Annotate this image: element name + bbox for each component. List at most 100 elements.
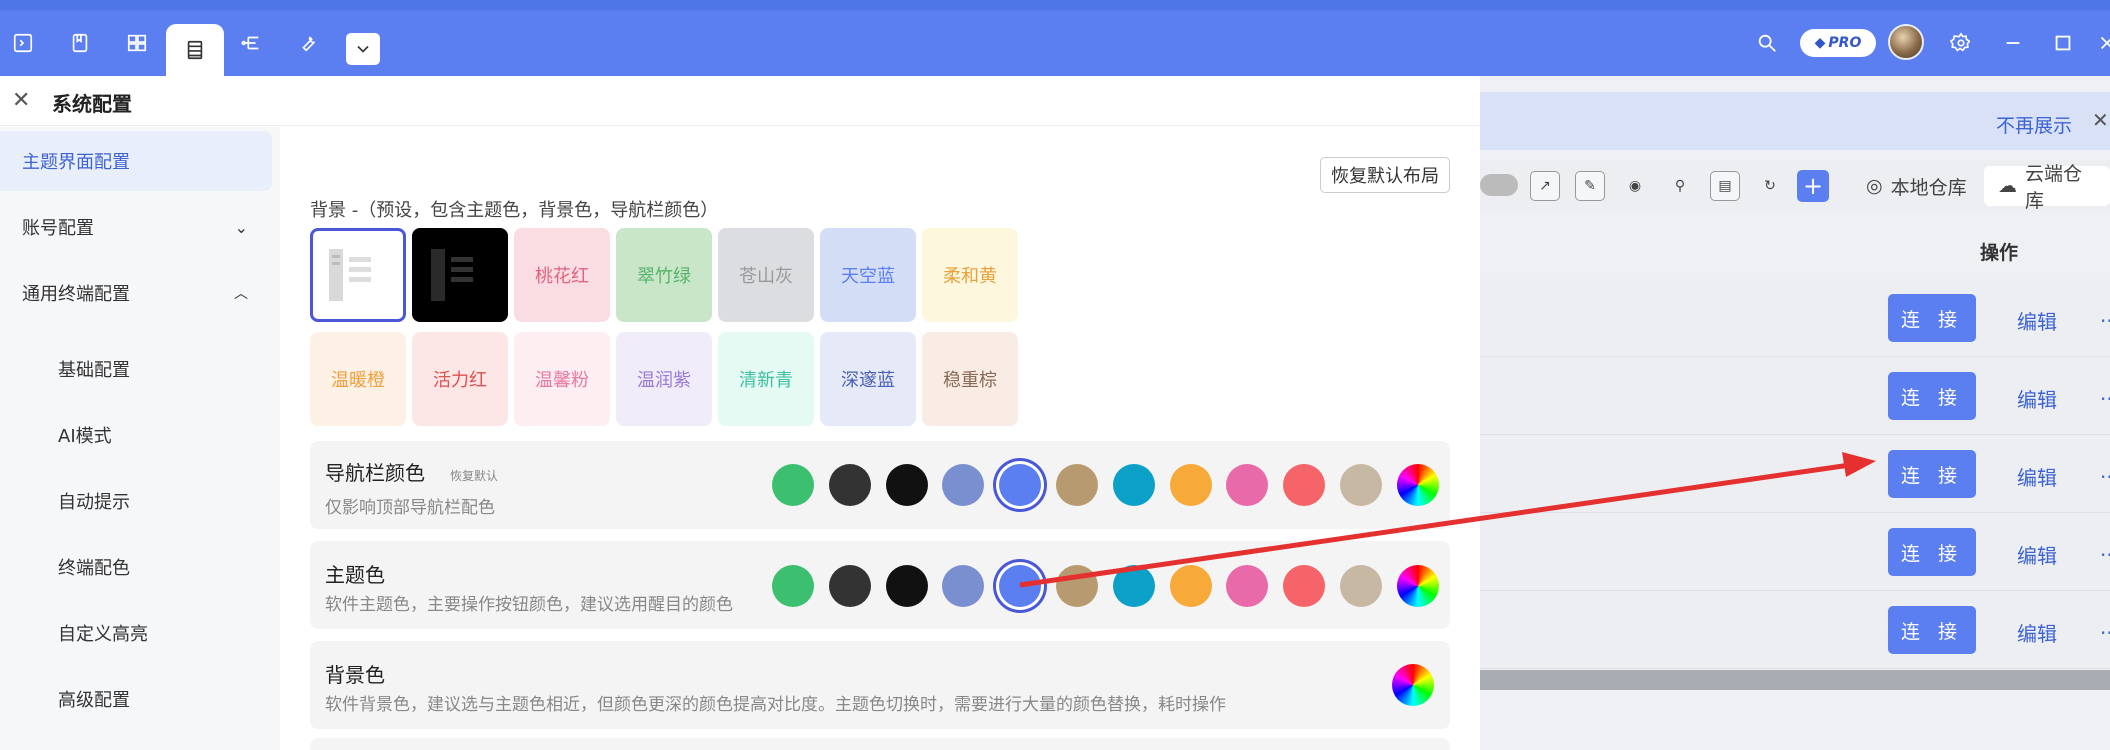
preset-deep-blue[interactable]: 深邃蓝 <box>820 332 916 426</box>
chevron-down-icon: ⌄ <box>234 217 248 237</box>
connect-button[interactable]: 连 接 <box>1888 372 1976 420</box>
edit-box-icon[interactable]: ✎ <box>1575 171 1605 201</box>
restore-default-layout-button[interactable]: 恢复默认布局 <box>1320 157 1450 193</box>
preset-peach-red[interactable]: 桃花红 <box>514 228 610 322</box>
nav-color-swatch[interactable] <box>942 464 984 506</box>
maximize-icon[interactable] <box>2046 26 2080 60</box>
preset-vibrant-red[interactable]: 活力红 <box>412 332 508 426</box>
table-row <box>1480 513 2110 591</box>
sidebar-item-account[interactable]: 账号配置 ⌄ <box>0 197 272 257</box>
close-window-icon[interactable] <box>2090 26 2110 60</box>
nav-color-swatch[interactable] <box>1056 464 1098 506</box>
file-icon[interactable] <box>63 26 97 60</box>
export-icon[interactable]: ↗ <box>1530 171 1560 201</box>
sidebar-subitem-autohint[interactable]: 自动提示 <box>58 488 130 514</box>
preset-sky-blue[interactable]: 天空蓝 <box>820 228 916 322</box>
sidebar-subitem-custom-highlight[interactable]: 自定义高亮 <box>58 620 148 646</box>
edit-link[interactable]: 编辑 <box>2017 540 2057 569</box>
search-icon[interactable] <box>1750 26 1784 60</box>
theme-color-swatch[interactable] <box>1226 565 1268 607</box>
edit-link[interactable]: 编辑 <box>2017 462 2057 491</box>
sidebar-subitem-advanced[interactable]: 高级配置 <box>58 686 130 712</box>
wrench-icon[interactable] <box>291 26 325 60</box>
preset-bamboo-green[interactable]: 翠竹绿 <box>616 228 712 322</box>
theme-color-swatch[interactable] <box>942 565 984 607</box>
theme-color-custom-picker[interactable] <box>1397 565 1439 607</box>
eye-icon[interactable]: ◉ <box>1620 171 1650 201</box>
table-row <box>1480 435 2110 513</box>
preset-gentle-purple[interactable]: 温润紫 <box>616 332 712 426</box>
dismiss-banner-link[interactable]: 不再展示 <box>1996 111 2072 138</box>
gear-icon[interactable] <box>1944 26 1978 60</box>
bg-color-title: 背景色 <box>325 663 385 687</box>
nav-color-swatch[interactable] <box>1340 464 1382 506</box>
local-repo-tab[interactable]: ◎ 本地仓库 <box>1852 166 1981 206</box>
edit-link[interactable]: 编辑 <box>2017 618 2057 647</box>
preset-steady-brown[interactable]: 稳重棕 <box>922 332 1018 426</box>
nav-color-swatch[interactable] <box>829 464 871 506</box>
nav-color-swatch[interactable] <box>886 464 928 506</box>
sidebar-item-theme[interactable]: 主题界面配置 <box>0 131 272 191</box>
nav-color-swatch[interactable] <box>999 464 1041 506</box>
theme-color-swatch[interactable] <box>1113 565 1155 607</box>
theme-color-swatch[interactable] <box>1056 565 1098 607</box>
nav-color-restore-link[interactable]: 恢复默认 <box>450 467 498 484</box>
key-icon[interactable]: ⚲ <box>1665 171 1695 201</box>
more-link[interactable]: ... <box>2100 537 2110 561</box>
preset-warm-orange[interactable]: 温暖橙 <box>310 332 406 426</box>
terminal-icon[interactable] <box>6 26 40 60</box>
preset-mountain-gray[interactable]: 苍山灰 <box>718 228 814 322</box>
theme-color-swatch[interactable] <box>886 565 928 607</box>
avatar[interactable] <box>1888 24 1924 60</box>
preset-fresh-cyan[interactable]: 清新青 <box>718 332 814 426</box>
minimize-icon[interactable] <box>1996 26 2030 60</box>
id-card-icon[interactable]: ▤ <box>1710 171 1740 201</box>
toggle-switch[interactable] <box>1480 174 1518 196</box>
connect-button[interactable]: 连 接 <box>1888 450 1976 498</box>
pro-badge[interactable]: ◆ PRO <box>1800 29 1876 57</box>
theme-color-swatch[interactable] <box>999 565 1041 607</box>
theme-color-swatch[interactable] <box>772 565 814 607</box>
theme-color-swatch[interactable] <box>1340 565 1382 607</box>
nav-color-swatch[interactable] <box>1170 464 1212 506</box>
horizontal-scrollbar[interactable] <box>1480 670 2110 690</box>
nav-color-custom-picker[interactable] <box>1397 464 1439 506</box>
more-link[interactable]: ... <box>2100 381 2110 405</box>
refresh-icon[interactable]: ↻ <box>1755 171 1785 201</box>
tab-list-active[interactable] <box>166 24 224 76</box>
preset-light[interactable] <box>310 228 406 322</box>
connect-button[interactable]: 连 接 <box>1888 606 1976 654</box>
nav-color-swatch[interactable] <box>1113 464 1155 506</box>
theme-color-swatch[interactable] <box>829 565 871 607</box>
theme-color-swatch[interactable] <box>1283 565 1325 607</box>
sidebar-subitem-ai[interactable]: AI模式 <box>58 422 112 448</box>
nav-color-swatch[interactable] <box>772 464 814 506</box>
tree-icon[interactable] <box>234 26 268 60</box>
theme-color-swatch[interactable] <box>1170 565 1212 607</box>
bg-color-picker[interactable] <box>1392 664 1434 706</box>
sidebar-subitem-terminal-colors[interactable]: 终端配色 <box>58 554 130 580</box>
chevron-down-icon[interactable] <box>346 33 380 65</box>
sidebar-subitem-basic[interactable]: 基础配置 <box>58 356 130 382</box>
preset-sweet-pink[interactable]: 温馨粉 <box>514 332 610 426</box>
sidebar-item-terminal[interactable]: 通用终端配置 ︿ <box>0 263 272 323</box>
add-button[interactable]: + <box>1797 170 1829 202</box>
connect-button[interactable]: 连 接 <box>1888 528 1976 576</box>
close-icon[interactable]: ✕ <box>12 88 30 113</box>
more-link[interactable]: ... <box>2100 615 2110 639</box>
edit-link[interactable]: 编辑 <box>2017 306 2057 335</box>
bg-color-subtitle: 软件背景色，建议选与主题色相近，但颜色更深的颜色提高对比度。主题色切换时，需要进… <box>325 695 1226 715</box>
nav-color-swatch[interactable] <box>1283 464 1325 506</box>
nav-color-swatch[interactable] <box>1226 464 1268 506</box>
edit-link[interactable]: 编辑 <box>2017 384 2057 413</box>
more-link[interactable]: ... <box>2100 459 2110 483</box>
preset-dark[interactable] <box>412 228 508 322</box>
layout-icon[interactable] <box>120 26 154 60</box>
close-icon[interactable]: ✕ <box>2092 108 2109 132</box>
preset-soft-yellow[interactable]: 柔和黄 <box>922 228 1018 322</box>
diamond-icon: ◆ <box>1814 35 1826 51</box>
more-link[interactable]: ... <box>2100 303 2110 327</box>
title-strip <box>0 0 2110 10</box>
connect-button[interactable]: 连 接 <box>1888 294 1976 342</box>
cloud-repo-tab[interactable]: ☁ 云端仓库 <box>1984 163 2110 212</box>
